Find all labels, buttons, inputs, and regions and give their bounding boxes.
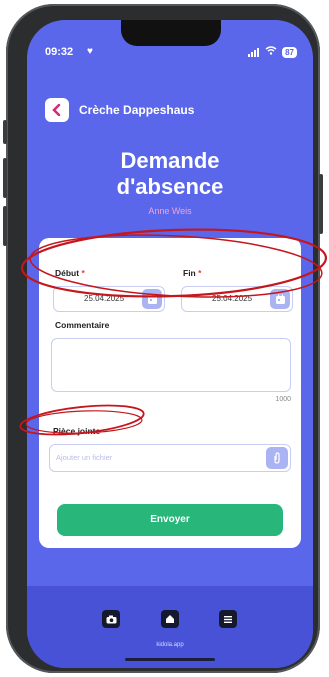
volume-down-button: [3, 206, 7, 246]
home-indicator: [125, 658, 215, 661]
page-title: Demande d'absence: [27, 148, 313, 200]
bottom-nav: [27, 586, 313, 668]
status-time: 09:32: [45, 46, 74, 58]
user-name: Anne Weis: [148, 206, 192, 216]
mute-switch: [3, 120, 7, 144]
comment-textarea[interactable]: [51, 338, 291, 392]
wifi-icon: [265, 46, 277, 58]
app-header: Crèche Dappeshaus: [45, 98, 194, 122]
start-date-field[interactable]: 25.04.2025: [53, 286, 165, 312]
end-date-field[interactable]: 25.04.2025: [181, 286, 293, 312]
notch: [121, 20, 221, 46]
page-title-line2: d'absence: [116, 174, 224, 199]
end-calendar-button[interactable]: [270, 289, 290, 309]
back-button[interactable]: [45, 98, 69, 122]
heart-icon: ♥: [87, 46, 93, 57]
attachment-field[interactable]: Ajouter un fichier: [49, 444, 291, 472]
calendar-icon: [147, 294, 157, 304]
attach-file-button[interactable]: [266, 447, 288, 469]
attachment-placeholder: Ajouter un fichier: [56, 453, 113, 462]
home-icon: [166, 615, 174, 623]
signal-icon: [248, 47, 260, 57]
start-calendar-button[interactable]: [142, 289, 162, 309]
nav-home[interactable]: [161, 610, 179, 628]
app-title: Crèche Dappeshaus: [79, 103, 195, 117]
menu-icon: [224, 615, 232, 623]
page-title-line1: Demande: [120, 148, 220, 173]
phone-frame: 09:32 ♥ 87 Crèche Dappeshaus Demande d'a…: [3, 4, 323, 673]
end-date-label: Fin *: [183, 268, 202, 278]
calendar-icon: [275, 294, 285, 304]
chevron-left-icon: [52, 104, 61, 116]
app-screen: 09:32 ♥ 87 Crèche Dappeshaus Demande d'a…: [27, 20, 313, 668]
end-date-value: 25.04.2025: [212, 294, 253, 303]
power-button: [319, 174, 323, 234]
submit-button[interactable]: Envoyer: [57, 504, 283, 536]
paperclip-icon: [274, 452, 280, 464]
attachment-label: Pièce jointe: [53, 426, 101, 436]
volume-up-button: [3, 158, 7, 198]
start-date-label: Début *: [55, 268, 85, 278]
comment-char-counter: 1000: [275, 396, 291, 403]
absence-form: Début * Fin * 25.04.2025 25.04.2025 Comm…: [39, 238, 301, 548]
battery-indicator: 87: [282, 46, 297, 58]
start-date-value: 25.04.2025: [84, 294, 125, 303]
comment-label: Commentaire: [55, 320, 110, 330]
camera-icon: [106, 615, 116, 623]
footer-domain: kidola.app: [156, 642, 184, 648]
status-indicators: 87: [248, 46, 297, 58]
nav-camera[interactable]: [102, 610, 120, 628]
nav-menu[interactable]: [219, 610, 237, 628]
